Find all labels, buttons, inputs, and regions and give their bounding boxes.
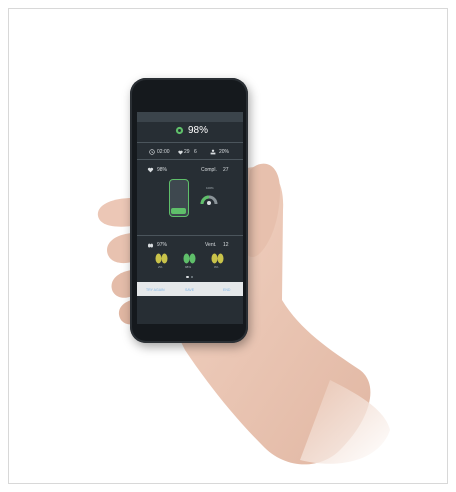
spo2-value: 98% (188, 125, 209, 136)
heart-percent: 98% (157, 167, 168, 173)
save-button[interactable]: SAVE (185, 288, 194, 292)
person-icon (210, 149, 216, 155)
phone-screen: 98% 02:00 29 6 20% 98% Compl. 27 100% 97… (137, 112, 243, 324)
divider (137, 159, 243, 160)
lung-icon (211, 253, 224, 264)
gauge-percent: 100% (206, 186, 214, 190)
try-again-button[interactable]: TRY AGAIN (146, 288, 165, 292)
status-pulse: 29 (184, 149, 190, 155)
heart-value: 27 (223, 167, 229, 173)
status-ratio: 20% (219, 149, 230, 155)
page-dot (191, 276, 193, 278)
heart-icon (178, 150, 183, 155)
signal-icon (175, 126, 184, 135)
heart-label: Compl. (201, 167, 217, 173)
clock-icon (149, 149, 155, 155)
heart-icon (147, 167, 154, 173)
divider (137, 142, 243, 143)
lung-icon (155, 253, 168, 264)
lung-icon (183, 253, 196, 264)
lungs-label: Vent. (205, 242, 217, 248)
divider (137, 235, 243, 236)
page-dot (186, 276, 189, 278)
lung-caption: 2% (158, 265, 163, 269)
lung-icon (147, 242, 154, 248)
lungs-value: 12 (223, 242, 229, 248)
status-airflow: 6 (194, 149, 197, 155)
app-top-bar (137, 112, 243, 122)
end-button[interactable]: END (223, 288, 230, 292)
lung-caption: 98% (185, 265, 192, 269)
status-time: 02:00 (157, 149, 170, 155)
volume-bar-fill (171, 208, 186, 214)
lung-caption: 0% (214, 265, 219, 269)
pressure-gauge (200, 195, 218, 205)
lungs-percent: 97% (157, 242, 168, 248)
